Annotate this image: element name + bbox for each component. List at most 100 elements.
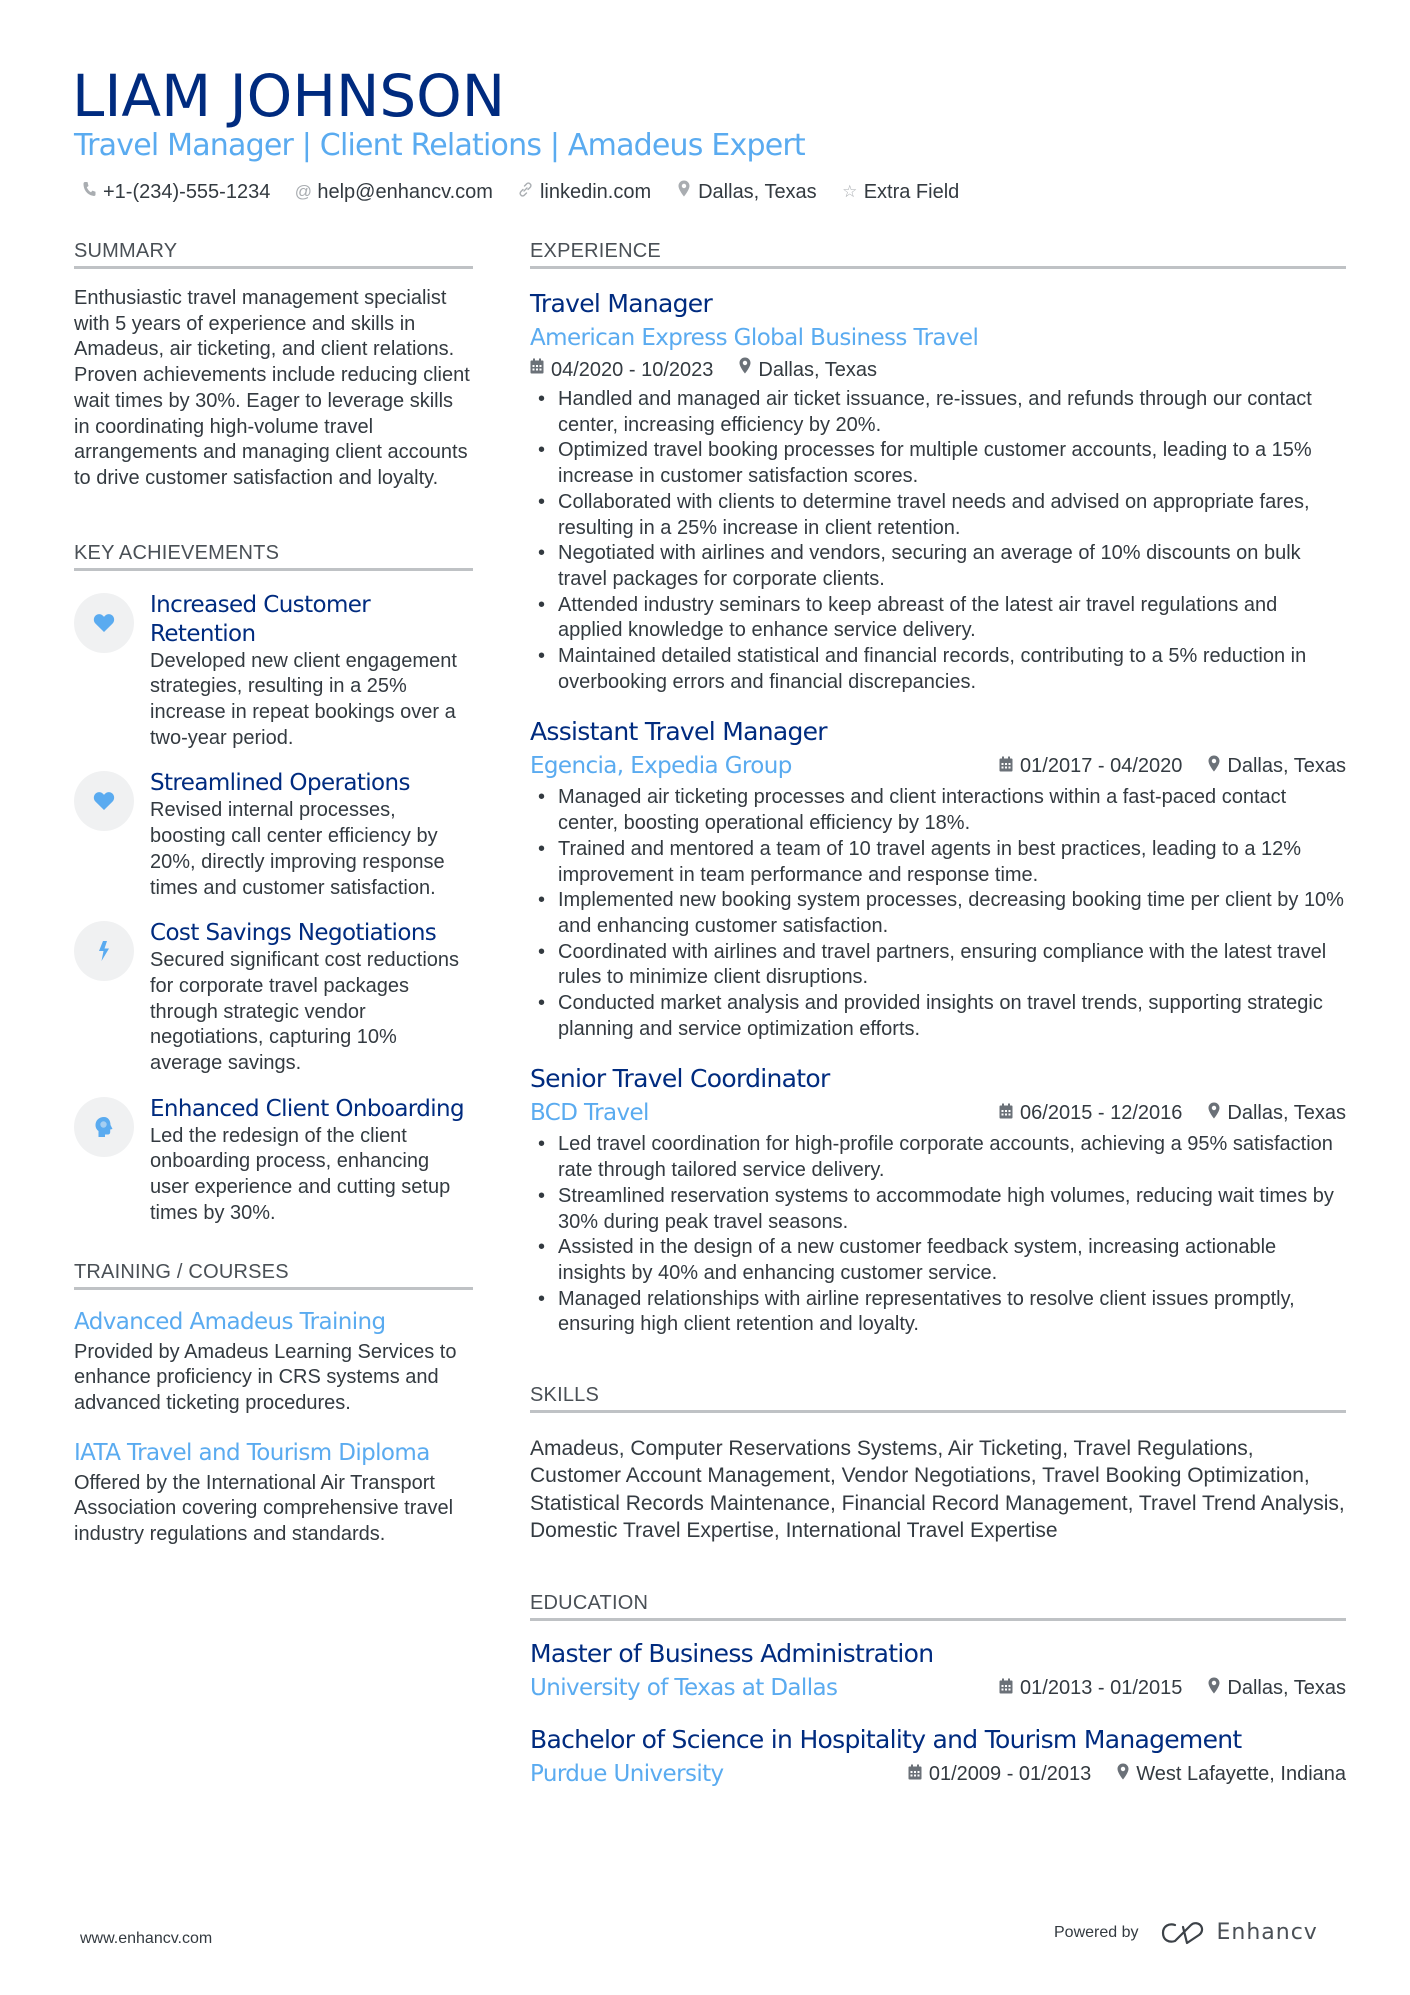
skills-section: SKILLS Amadeus, Computer Reservations Sy…	[530, 1382, 1346, 1544]
bullet-item: Trained and mentored a team of 10 travel…	[530, 837, 1346, 888]
achievement-item: Increased Customer Retention Developed n…	[74, 591, 473, 752]
bullet-item: Implemented new booking system processes…	[530, 888, 1346, 939]
link-icon	[517, 178, 535, 206]
training-title: IATA Travel and Tourism Diploma	[74, 1439, 430, 1466]
job-entry: Travel Manager American Express Global B…	[530, 287, 1346, 695]
company-name: BCD Travel	[530, 1100, 649, 1127]
enhancv-logo-text: Enhancv	[1216, 1920, 1318, 1945]
training-item: IATA Travel and Tourism Diploma Offered …	[74, 1439, 473, 1548]
achievement-text: Developed new client engagement strategi…	[150, 649, 457, 749]
job-dates: 06/2015 - 12/2016	[1020, 1101, 1183, 1124]
star-icon: ☆	[842, 182, 858, 201]
location-icon	[1208, 1102, 1220, 1124]
calendar-icon	[530, 357, 544, 383]
education-entry: Bachelor of Science in Hospitality and T…	[530, 1723, 1346, 1789]
bullet-item: Optimized travel booking processes for m…	[530, 438, 1346, 489]
job-title: Assistant Travel Manager	[530, 717, 828, 747]
bullet-item: Maintained detailed statistical and fina…	[530, 644, 1346, 695]
job-meta: 01/2017 - 04/2020 Dallas, Texas	[999, 755, 1346, 778]
education-section: EDUCATION Master of Business Administrat…	[530, 1590, 1346, 1789]
location-icon	[1208, 755, 1220, 777]
location-icon	[739, 357, 751, 383]
calendar-icon	[999, 1103, 1013, 1124]
bullet-item: Conducted market analysis and provided i…	[530, 991, 1346, 1042]
job-dates: 01/2017 - 04/2020	[1020, 754, 1183, 777]
education-dates: 01/2009 - 01/2013	[928, 1762, 1092, 1785]
education-dates: 01/2013 - 01/2015	[1020, 1676, 1183, 1699]
bullet-item: Collaborated with clients to determine t…	[530, 490, 1346, 541]
section-title-experience: EXPERIENCE	[530, 238, 1346, 269]
job-entry: Senior Travel Coordinator BCD Travel 06/…	[530, 1062, 1346, 1338]
achievement-title: Increased Customer Retention	[150, 591, 371, 647]
email-text: help@enhancv.com	[317, 181, 493, 203]
job-meta: 06/2015 - 12/2016 Dallas, Texas	[999, 1102, 1346, 1125]
candidate-headline: Travel Manager | Client Relations | Amad…	[74, 128, 806, 163]
job-location: Dallas, Texas	[1227, 754, 1346, 777]
job-title: Travel Manager	[530, 289, 713, 318]
head-brain-icon	[74, 1096, 134, 1157]
training-text: Provided by Amadeus Learning Services to…	[74, 1340, 457, 1414]
degree-title: Bachelor of Science in Hospitality and T…	[530, 1725, 1242, 1755]
location-icon	[1208, 1677, 1220, 1699]
contact-location: Dallas, Texas	[675, 178, 817, 206]
school-name: University of Texas at Dallas	[530, 1675, 838, 1702]
training-section: TRAINING / COURSES Advanced Amadeus Trai…	[74, 1259, 473, 1548]
company-name: Egencia, Expedia Group	[530, 753, 792, 780]
achievement-title: Cost Savings Negotiations	[150, 920, 437, 947]
calendar-icon	[999, 1678, 1013, 1699]
job-meta: 04/2020 - 10/2023 Dallas, Texas	[530, 357, 1346, 383]
achievement-item: Streamlined Operations Revised internal …	[74, 769, 473, 901]
experience-section: EXPERIENCE Travel Manager American Expre…	[530, 238, 1346, 1338]
education-meta: 01/2013 - 01/2015 Dallas, Texas	[999, 1677, 1346, 1700]
company-name: American Express Global Business Travel	[530, 325, 979, 351]
bullet-item: Managed relationships with airline repre…	[530, 1287, 1346, 1338]
job-dates: 04/2020 - 10/2023	[551, 359, 714, 381]
bullet-item: Attended industry seminars to keep abrea…	[530, 593, 1346, 644]
education-entry: Master of Business Administration Univer…	[530, 1637, 1346, 1703]
right-column: EXPERIENCE Travel Manager American Expre…	[530, 238, 1346, 1789]
education-meta: 01/2009 - 01/2013 West Lafayette, Indian…	[908, 1763, 1346, 1786]
achievement-item: Enhanced Client Onboarding Led the redes…	[74, 1095, 473, 1227]
heart-icon	[74, 592, 134, 653]
training-title: Advanced Amadeus Training	[74, 1308, 386, 1335]
job-location: Dallas, Texas	[758, 359, 877, 381]
summary-text: Enthusiastic travel management specialis…	[74, 287, 470, 489]
footer-website-link[interactable]: www.enhancv.com	[80, 1930, 212, 1948]
extra-text: Extra Field	[863, 181, 960, 203]
section-title-skills: SKILLS	[530, 1382, 1346, 1414]
bullet-item: Assisted in the design of a new customer…	[530, 1235, 1346, 1286]
section-title-training: TRAINING / COURSES	[74, 1259, 473, 1290]
bullet-item: Handled and managed air ticket issuance,…	[530, 387, 1346, 438]
left-column: SUMMARY Enthusiastic travel management s…	[74, 238, 473, 1548]
achievement-title: Enhanced Client Onboarding	[150, 1095, 465, 1122]
enhancv-logo[interactable]: Enhancv	[1161, 1920, 1318, 1945]
bullet-item: Coordinated with airlines and travel par…	[530, 940, 1346, 991]
job-bullets: Managed air ticketing processes and clie…	[530, 785, 1346, 1042]
bullet-item: Led travel coordination for high-profile…	[530, 1132, 1346, 1183]
job-location: Dallas, Texas	[1227, 1101, 1346, 1124]
job-entry: Assistant Travel Manager Egencia, Expedi…	[530, 715, 1346, 1042]
achievement-text: Led the redesign of the client onboardin…	[150, 1124, 451, 1224]
contact-linkedin[interactable]: linkedin.com	[517, 178, 651, 206]
location-icon	[1117, 1763, 1129, 1785]
job-title: Senior Travel Coordinator	[530, 1064, 830, 1094]
contact-phone[interactable]: +1-(234)-555-1234	[80, 178, 270, 206]
contact-email[interactable]: @ help@enhancv.com	[294, 178, 493, 206]
section-title-education: EDUCATION	[530, 1590, 1346, 1622]
skills-text: Amadeus, Computer Reservations Systems, …	[530, 1437, 1345, 1542]
job-bullets: Led travel coordination for high-profile…	[530, 1132, 1346, 1338]
heart-icon	[74, 771, 134, 832]
candidate-name: LIAM JOHNSON	[72, 62, 506, 130]
achievement-title: Streamlined Operations	[150, 770, 410, 797]
powered-by-label: Powered by	[1054, 1923, 1139, 1941]
degree-title: Master of Business Administration	[530, 1639, 934, 1669]
school-name: Purdue University	[530, 1761, 724, 1788]
phone-icon	[80, 178, 98, 206]
phone-text: +1-(234)-555-1234	[103, 181, 271, 203]
achievement-text: Secured significant cost reductions for …	[150, 949, 460, 1075]
section-title-summary: SUMMARY	[74, 238, 473, 269]
job-bullets: Handled and managed air ticket issuance,…	[530, 387, 1346, 695]
enhancv-logo-icon	[1161, 1921, 1203, 1944]
achievements-section: KEY ACHIEVEMENTS Increased Customer Rete…	[74, 540, 473, 1227]
section-title-achievements: KEY ACHIEVEMENTS	[74, 540, 473, 571]
